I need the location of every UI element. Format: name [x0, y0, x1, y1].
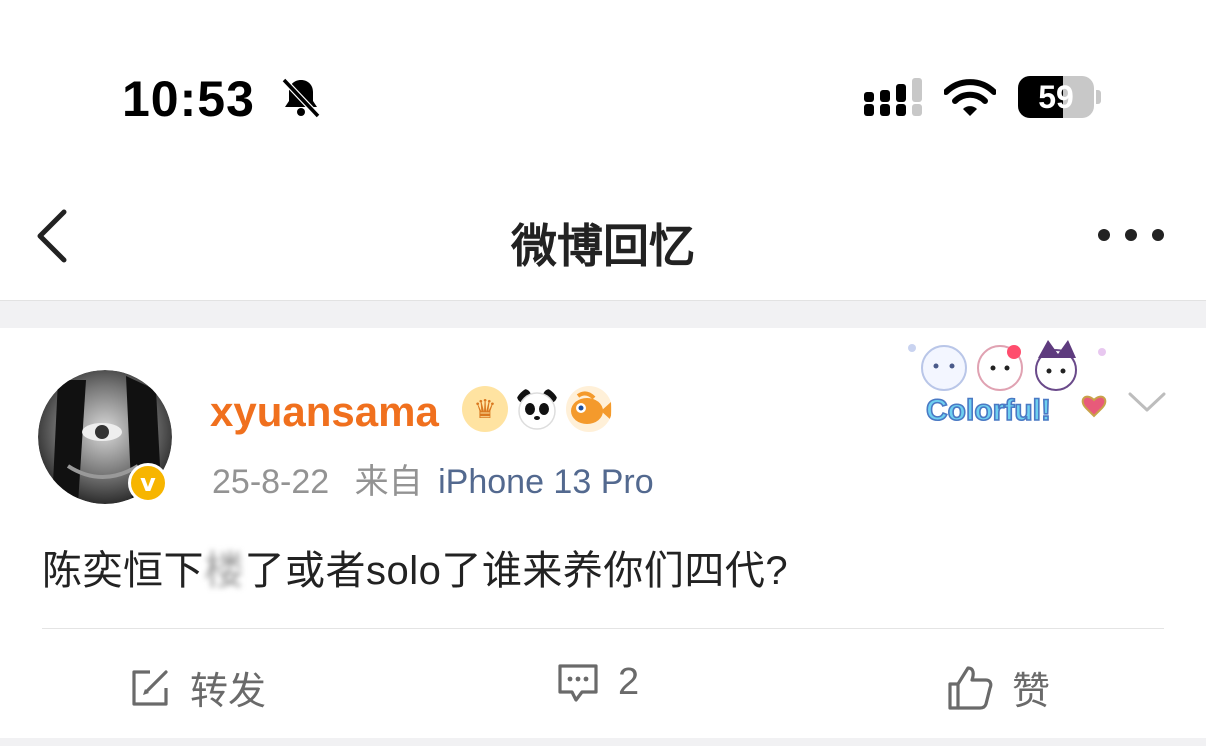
status-time: 10:53 — [122, 71, 255, 127]
post-date: 25-8-22 — [212, 463, 330, 501]
user-badges: ♛ — [462, 386, 612, 434]
section-divider — [0, 300, 1206, 328]
action-divider — [42, 628, 1164, 629]
repost-label: 转发 — [190, 671, 267, 713]
colorful-sticker[interactable]: Colorful! — [902, 336, 1116, 436]
chevron-down-icon[interactable] — [1126, 390, 1168, 416]
post-text-before: 陈奕恒下 — [42, 549, 204, 593]
comment-icon — [558, 664, 598, 702]
post-text-blurred: 楼 — [204, 549, 245, 593]
weibo-post: v xyuansama ♛ 25-8-22 来自 iPhone 13 Pro C… — [0, 328, 1206, 738]
post-meta: 25-8-22 来自 iPhone 13 Pro — [212, 454, 654, 503]
panda-badge-icon[interactable] — [514, 386, 560, 432]
wifi-icon — [944, 79, 996, 116]
username[interactable]: xyuansama — [210, 388, 439, 436]
post-text-after: 了或者solo了谁来养你们四代? — [244, 549, 789, 593]
bell-slash-icon — [281, 77, 321, 119]
battery-icon: 59 — [1018, 76, 1102, 118]
repost-icon — [132, 669, 168, 706]
battery-level: 59 — [1038, 79, 1074, 115]
more-icon[interactable] — [1096, 224, 1166, 246]
fish-badge-icon[interactable] — [566, 386, 612, 432]
crown-badge-icon[interactable]: ♛ — [462, 386, 508, 432]
repost-button[interactable]: 转发 — [128, 660, 266, 715]
like-label: 赞 — [1012, 671, 1051, 713]
sticker-text: Colorful! — [926, 394, 1051, 427]
post-content: 陈奕恒下楼了或者solo了谁来养你们四代? — [42, 538, 788, 596]
post-actions: 转发 2 赞 — [0, 630, 1206, 738]
comment-count: 2 — [618, 660, 640, 703]
status-bar: 10:53 59 — [0, 0, 1206, 160]
like-button[interactable]: 赞 — [946, 660, 1050, 715]
page-title: 微博回忆 — [511, 220, 695, 272]
source-prefix: 来自 — [354, 463, 423, 501]
signal-icon — [864, 78, 922, 116]
post-source[interactable]: iPhone 13 Pro — [438, 463, 654, 501]
thumbs-up-icon — [948, 665, 993, 710]
nav-bar: 微博回忆 — [0, 170, 1206, 300]
comment-button[interactable]: 2 — [556, 660, 639, 704]
bottom-divider — [0, 738, 1206, 746]
verified-badge: v — [128, 463, 168, 503]
